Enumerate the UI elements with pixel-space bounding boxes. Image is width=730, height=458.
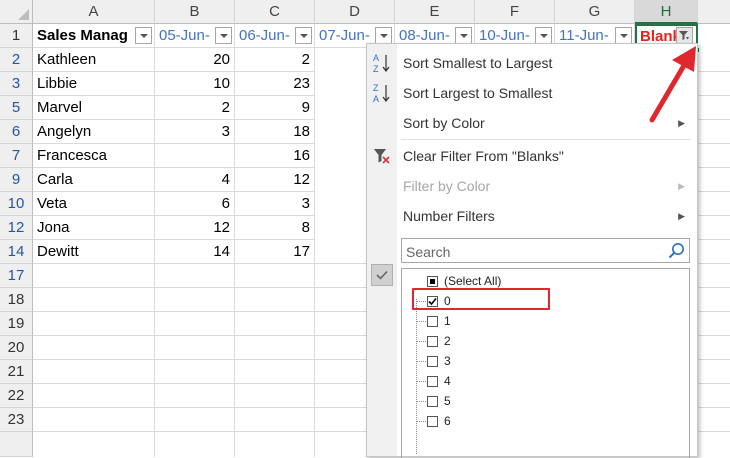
svg-text:A: A [373, 53, 379, 63]
filter-search-input[interactable] [404, 240, 658, 263]
svg-text:A: A [373, 94, 379, 104]
checkbox-indeterminate-icon[interactable] [427, 275, 438, 287]
checkbox-icon[interactable] [427, 395, 438, 407]
svg-text:Z: Z [373, 83, 379, 93]
filter-option-label: (Select All) [444, 274, 502, 288]
filter-option[interactable]: 4 [417, 371, 451, 391]
menu-separator [401, 139, 691, 140]
filter-option[interactable]: 2 [417, 331, 451, 351]
highlight-box [412, 288, 550, 310]
filter-option[interactable]: 5 [417, 391, 451, 411]
annotation-arrow-icon [649, 46, 696, 123]
filter-option[interactable]: 1 [417, 311, 451, 331]
clear-filter-item[interactable]: Clear Filter From "Blanks" [367, 141, 697, 171]
checkbox-icon[interactable] [427, 315, 438, 327]
checkbox-icon[interactable] [427, 335, 438, 347]
submenu-arrow-icon: ▶ [678, 210, 685, 221]
sort-descending-label: Sort Largest to Smallest [403, 85, 553, 101]
filter-option[interactable]: 3 [417, 351, 451, 371]
svg-text:Z: Z [373, 64, 379, 74]
sort-ascending-icon: A Z [373, 53, 390, 74]
clear-filter-label: Clear Filter From "Blanks" [403, 148, 564, 164]
submenu-arrow-icon: ▶ [678, 180, 685, 191]
filter-option-label: 4 [444, 374, 451, 388]
filter-option[interactable]: 6 [417, 411, 451, 431]
filter-option-label: 5 [444, 394, 451, 408]
search-icon[interactable] [668, 242, 685, 259]
number-filters-label: Number Filters [403, 208, 495, 224]
filter-by-color-label: Filter by Color [403, 178, 491, 194]
checkbox-icon[interactable] [427, 375, 438, 387]
checkbox-icon[interactable] [427, 355, 438, 367]
clear-filter-icon [374, 149, 390, 164]
tree-line [416, 299, 417, 454]
filter-option-label: 6 [444, 414, 451, 428]
checkbox-icon[interactable] [427, 415, 438, 427]
sort-by-color-label: Sort by Color [403, 115, 485, 131]
check-mark-icon [371, 264, 393, 286]
number-filters-item[interactable]: Number Filters ▶ [367, 201, 697, 231]
sort-descending-icon: Z A [373, 83, 390, 104]
filter-by-color-item[interactable]: Filter by Color ▶ [367, 171, 697, 201]
filter-option-label: 1 [444, 314, 451, 328]
filter-option-label: 2 [444, 334, 451, 348]
sort-ascending-label: Sort Smallest to Largest [403, 55, 553, 71]
filter-option-label: 3 [444, 354, 451, 368]
filter-search-box[interactable] [401, 238, 690, 263]
